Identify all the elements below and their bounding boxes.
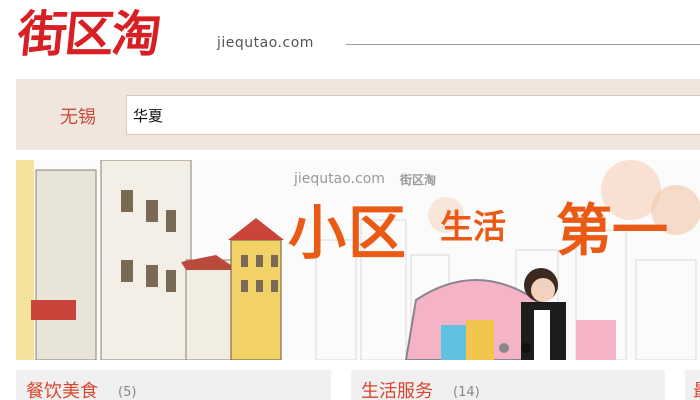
category-title: 生活服务 [361, 381, 433, 400]
category-tile-partial[interactable]: 最 [685, 370, 700, 400]
category-title: 餐饮美食 [26, 381, 98, 400]
banner-subline: 生活 [440, 207, 506, 246]
city-selector[interactable]: 无锡 [60, 103, 96, 129]
search-input[interactable] [126, 95, 700, 135]
search-bar: 无锡 [16, 79, 700, 150]
site-domain: jiequtao.com [217, 35, 314, 51]
category-count: (14) [453, 385, 480, 400]
promo-banner[interactable]: jiequtao.com 街区淘 小区 生活 第一 [16, 160, 700, 360]
carousel-dot-1[interactable] [499, 343, 509, 353]
site-logo[interactable]: 街区淘 [15, 4, 211, 64]
banner-watermark-url: jiequtao.com [294, 171, 385, 187]
header-divider [346, 44, 700, 45]
category-title: 最 [693, 377, 700, 400]
banner-headline: 小区 [288, 199, 409, 267]
category-count: (5) [118, 385, 137, 400]
carousel-dot-2[interactable] [521, 343, 531, 353]
banner-headline-2: 第一 [556, 199, 668, 264]
category-tile-food[interactable]: 餐饮美食 (5) [16, 370, 331, 400]
category-tile-services[interactable]: 生活服务 (14) [351, 370, 665, 400]
